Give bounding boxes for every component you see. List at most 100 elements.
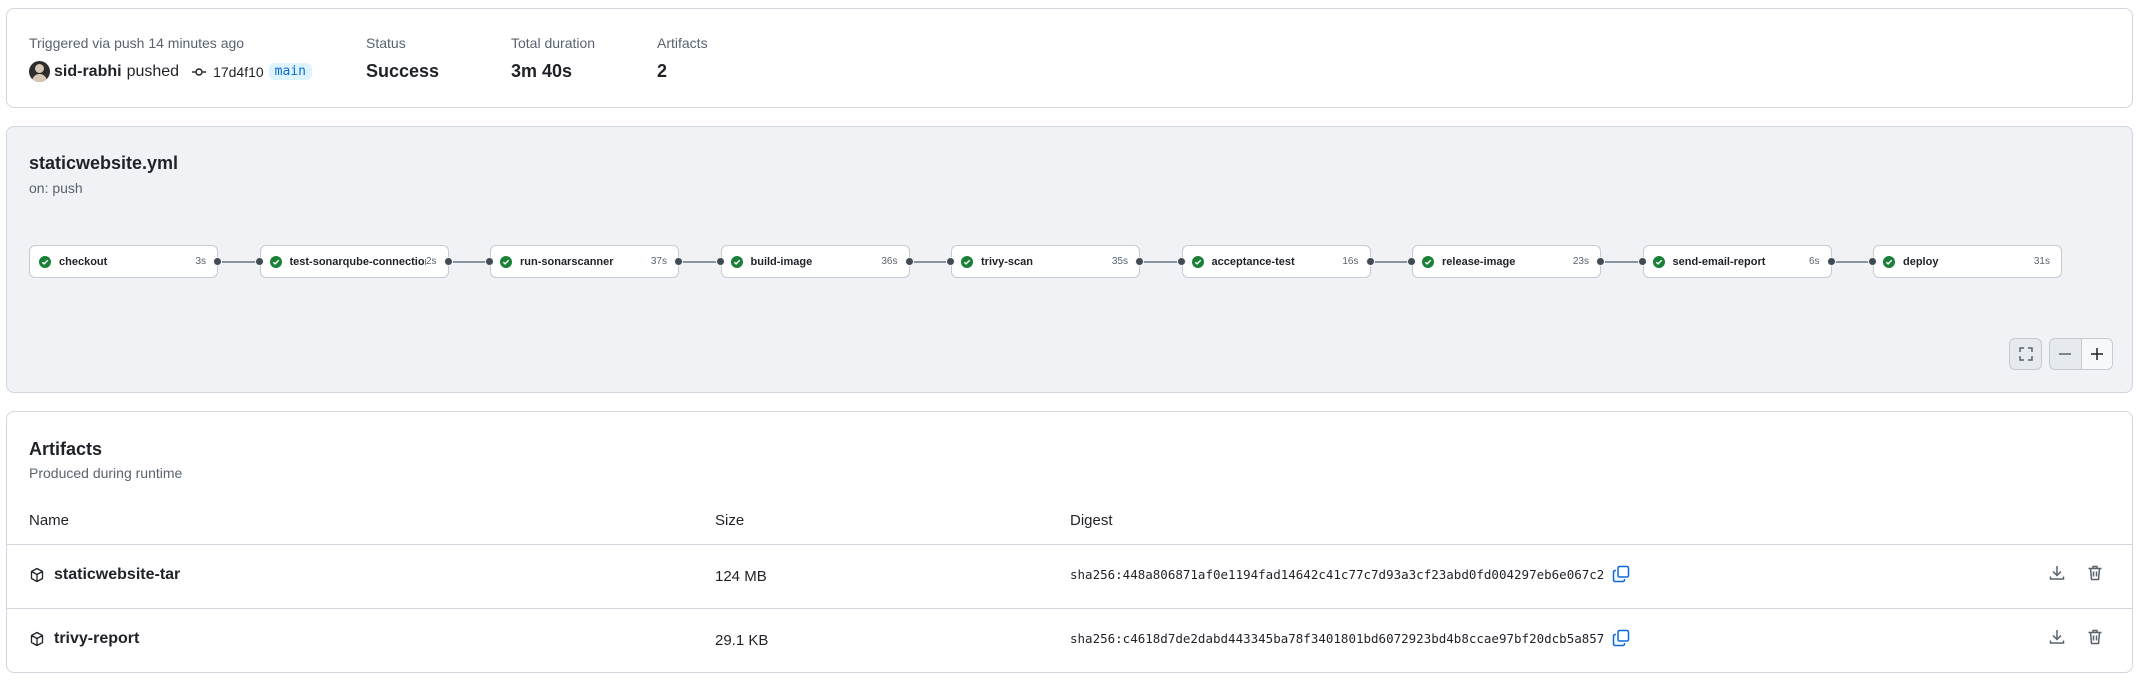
job-checkout[interactable]: checkout 3s [29, 245, 218, 278]
actor-link[interactable]: sid-rabhi [54, 63, 122, 81]
artifact-digest: sha256:448a806871af0e1194fad14642c41c77c… [1070, 565, 1630, 583]
job-output-port [904, 257, 914, 266]
screen-full-icon [2018, 347, 2033, 361]
artifact-row: staticwebsite-tar 124 MB sha256:448a8068… [7, 544, 2132, 606]
job-name: trivy-scan [981, 255, 1033, 268]
status-value: Success [366, 61, 440, 81]
artifacts-card: Artifacts Produced during runtime Name S… [6, 411, 2133, 673]
check-circle-fill-icon [730, 255, 743, 268]
download-button[interactable] [2048, 564, 2066, 587]
dash-icon [2059, 353, 2072, 355]
job-send-email-report[interactable]: send-email-report 6s [1642, 245, 1832, 278]
workflow-file-title[interactable]: staticwebsite.yml [29, 153, 178, 174]
package-icon [30, 567, 44, 583]
check-circle-fill-icon [1883, 255, 1895, 268]
column-header-size: Size [715, 512, 745, 529]
check-circle-fill-icon [39, 255, 51, 268]
artifacts-count[interactable]: 2 [657, 61, 708, 82]
artifact-name[interactable]: staticwebsite-tar [29, 566, 180, 584]
duration-info: Total duration 3m 40s [511, 35, 595, 82]
copy-digest-button[interactable] [1612, 629, 1630, 647]
action-text: pushed [126, 62, 180, 80]
job-connector [909, 261, 951, 263]
job-output-port [1596, 257, 1605, 266]
job-connector [679, 261, 721, 263]
copy-icon [1613, 565, 1630, 583]
job-test-sonarqube-connection[interactable]: test-sonarqube-connection 2s [259, 245, 449, 278]
job-name: build-image [750, 255, 813, 268]
job-output-port [213, 257, 222, 266]
zoom-out-button[interactable] [2050, 339, 2081, 369]
artifact-name-label: staticwebsite-tar [54, 566, 181, 583]
download-icon [2049, 566, 2065, 580]
status-info: Status Success [366, 35, 439, 82]
job-duration: 37s [650, 256, 667, 267]
branch-badge[interactable]: main [268, 63, 312, 80]
commit-sha-link[interactable]: 17d4f10 [213, 64, 264, 80]
artifacts-subtitle: Produced during runtime [29, 465, 183, 481]
duration-label: Total duration [511, 35, 596, 51]
job-build-image[interactable]: build-image 36s [720, 245, 910, 278]
triggered-label: Triggered via push 14 minutes ago [29, 35, 245, 51]
artifacts-count-info: Artifacts 2 [657, 35, 708, 82]
artifacts-title: Artifacts [29, 439, 103, 459]
artifact-name-label: trivy-report [54, 630, 140, 647]
job-name: deploy [1903, 255, 1939, 268]
job-connector [448, 261, 490, 263]
artifact-size: 124 MB [715, 568, 767, 585]
job-input-port [715, 257, 725, 266]
job-connector [1140, 261, 1182, 263]
job-output-port [1135, 257, 1144, 266]
job-name: test-sonarqube-connection [289, 255, 426, 268]
trash-icon [2088, 565, 2102, 581]
artifact-digest-value: sha256:c4618d7de2dabd443345ba78f3401801b… [1070, 630, 1605, 646]
job-input-port [1868, 257, 1877, 266]
plus-icon [2090, 348, 2103, 360]
zoom-in-button[interactable] [2080, 339, 2112, 369]
zoom-controls [2049, 338, 2113, 370]
job-acceptance-test[interactable]: acceptance-test 16s [1181, 245, 1371, 278]
job-input-port [946, 257, 955, 266]
job-duration: 6s [1808, 256, 1820, 267]
download-button[interactable] [2048, 628, 2066, 651]
git-commit-icon [191, 64, 207, 80]
copy-digest-button[interactable] [1612, 565, 1630, 583]
job-input-port [1176, 257, 1186, 266]
check-circle-fill-icon [1652, 255, 1665, 268]
artifact-size: 29.1 KB [715, 632, 769, 649]
job-name: release-image [1442, 255, 1516, 268]
job-deploy[interactable]: deploy 31s [1873, 245, 2062, 278]
status-label: Status [366, 35, 406, 51]
job-trivy-scan[interactable]: trivy-scan 35s [951, 245, 1140, 278]
job-duration: 35s [1111, 256, 1128, 267]
job-duration: 2s [425, 256, 437, 267]
job-duration: 16s [1342, 256, 1359, 267]
trigger-info: Triggered via push 14 minutes ago sid-ra… [29, 35, 312, 82]
artifact-row: trivy-report 29.1 KB sha256:c4618d7de2da… [7, 608, 2132, 670]
user-avatar[interactable] [29, 61, 50, 82]
package-icon [30, 631, 44, 647]
job-input-port [485, 257, 494, 266]
job-name: send-email-report [1672, 255, 1766, 268]
artifacts-label: Artifacts [657, 35, 708, 51]
job-duration: 23s [1572, 256, 1589, 267]
job-input-port [1637, 257, 1647, 266]
copy-icon [1613, 629, 1630, 647]
job-duration: 31s [2033, 256, 2050, 267]
fullscreen-button[interactable] [2009, 338, 2042, 370]
workflow-trigger: on: push [29, 180, 83, 196]
artifact-name[interactable]: trivy-report [29, 630, 139, 648]
job-duration: 36s [881, 256, 898, 267]
run-summary-card: Triggered via push 14 minutes ago sid-ra… [6, 8, 2133, 108]
column-header-digest: Digest [1070, 512, 1113, 529]
job-input-port [254, 257, 264, 266]
trigger-row: sid-rabhi pushed 17d4f10 main [29, 61, 312, 82]
job-release-image[interactable]: release-image 23s [1412, 245, 1601, 278]
delete-button[interactable] [2086, 564, 2104, 587]
check-circle-fill-icon [269, 255, 282, 268]
artifact-actions [2048, 628, 2104, 651]
job-run-sonarscanner[interactable]: run-sonarscanner 37s [490, 245, 679, 278]
delete-button[interactable] [2086, 628, 2104, 651]
job-input-port [1407, 257, 1416, 266]
job-output-port [1365, 257, 1375, 266]
